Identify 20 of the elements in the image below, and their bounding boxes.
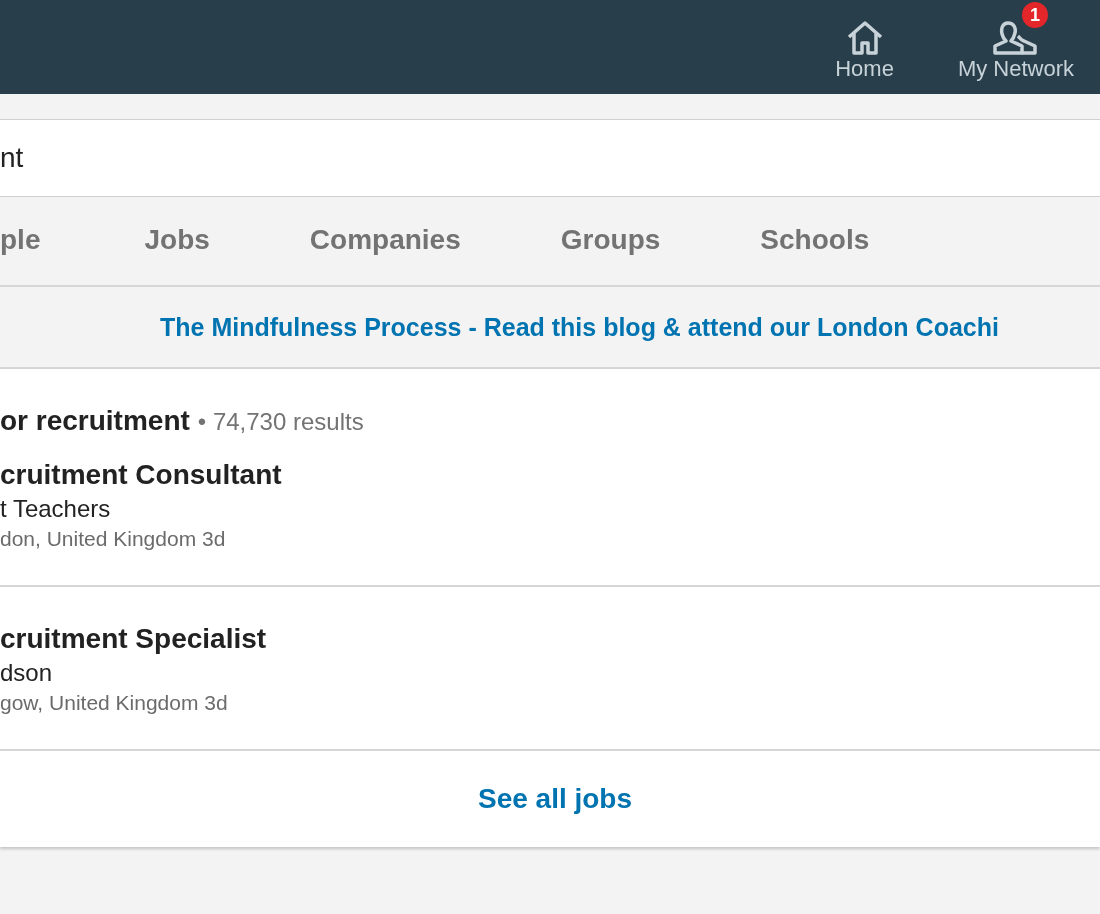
- job-location: don, United Kingdom 3d: [0, 527, 226, 551]
- company-name: t Teachers: [0, 495, 111, 523]
- tab[interactable]: Schools: [760, 219, 870, 263]
- nav-item[interactable]: Home: [825, 0, 904, 94]
- job-title[interactable]: cruitment Consultant: [0, 459, 282, 491]
- result-count: • 74,730 results: [197, 408, 364, 436]
- nav-item[interactable]: My Network 1: [947, 0, 1084, 94]
- company-name: dson: [0, 659, 53, 687]
- search-query: or recruitment: [0, 405, 190, 437]
- search-field[interactable]: nt: [0, 119, 1100, 197]
- notification-badge: 1: [1022, 2, 1048, 28]
- job-location: gow, United Kingdom 3d: [0, 691, 228, 715]
- see-all-link[interactable]: See all jobs: [477, 783, 633, 815]
- people-icon: [991, 20, 1040, 56]
- tab[interactable]: Jobs: [144, 219, 210, 263]
- job-title[interactable]: cruitment Specialist: [0, 623, 267, 655]
- tab[interactable]: ple: [0, 219, 41, 263]
- tab[interactable]: Groups: [560, 219, 661, 263]
- tab[interactable]: Companies: [309, 219, 461, 263]
- ad-link[interactable]: The Mindfulness Process - Read this blog & attend our London Coachi: [160, 312, 999, 342]
